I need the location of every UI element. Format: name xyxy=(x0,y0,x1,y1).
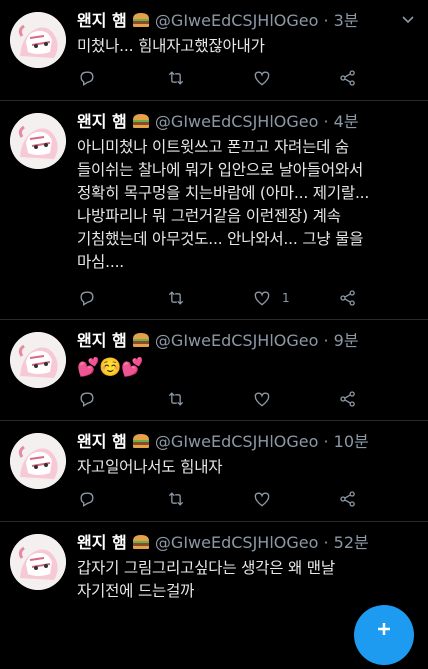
like-button[interactable] xyxy=(252,68,282,88)
tweet-text: 자고일어나서도 힘내자 xyxy=(77,458,223,476)
retweet-button[interactable] xyxy=(165,288,197,308)
user-handle[interactable]: @GIweEdCSJHlOGeo xyxy=(155,432,318,451)
reply-icon xyxy=(80,291,94,306)
hamburger-emoji xyxy=(132,12,150,34)
hamburger-emoji xyxy=(132,534,150,556)
reply-button[interactable] xyxy=(77,389,107,409)
tweet-text: 갑자기 그림그리고싶다는 생각은 왜 맨날 자기전에 드는걸까 xyxy=(77,559,335,600)
tweet-header: 왠지 햄 @GIweEdCSJHlOGeo · 4분 xyxy=(77,111,392,135)
like-icon xyxy=(254,392,270,407)
avatar[interactable] xyxy=(10,534,66,590)
like-button[interactable] xyxy=(252,489,282,509)
user-handle[interactable]: @GIweEdCSJHlOGeo xyxy=(155,331,318,350)
like-button[interactable]: 1 xyxy=(252,288,290,308)
tweet-time[interactable]: · 4분 xyxy=(323,112,358,131)
share-button[interactable] xyxy=(338,489,358,509)
display-name[interactable]: 왠지 햄 xyxy=(77,11,127,30)
tweet-time[interactable]: · 9분 xyxy=(323,331,358,350)
reply-button[interactable] xyxy=(77,288,107,308)
display-name[interactable]: 왠지 햄 xyxy=(77,533,127,552)
tweet-header: 왠지 햄 @GIweEdCSJHlOGeo · 10분 xyxy=(77,431,392,455)
like-icon xyxy=(254,71,270,86)
share-button[interactable] xyxy=(338,68,358,88)
like-icon xyxy=(254,492,270,507)
hamburger-emoji xyxy=(132,332,150,354)
avatar[interactable] xyxy=(10,12,66,68)
tweet-actions xyxy=(77,68,377,88)
tweet-text: 아니미쳤나 이트윗쓰고 폰끄고 자려는데 숨 들이쉬는 찰나에 뭐가 입안으로 … xyxy=(77,138,370,271)
tweet-actions xyxy=(77,389,377,409)
tweet[interactable]: 왠지 햄 @GIweEdCSJHlOGeo · 4분 아니미쳤나 이트윗쓰고 폰… xyxy=(0,101,428,320)
tweet-text: 💕☺️💕 xyxy=(77,357,144,378)
display-name[interactable]: 왠지 햄 xyxy=(77,112,127,131)
reply-button[interactable] xyxy=(77,68,107,88)
hamburger-emoji xyxy=(132,113,150,135)
reply-icon xyxy=(80,71,94,86)
avatar[interactable] xyxy=(10,332,66,388)
tweet-header: 왠지 햄 @GIweEdCSJHlOGeo · 9분 xyxy=(77,330,392,354)
reply-button[interactable] xyxy=(77,489,107,509)
retweet-button[interactable] xyxy=(165,489,197,509)
retweet-button[interactable] xyxy=(165,389,197,409)
like-icon xyxy=(254,291,270,306)
compose-icon xyxy=(378,623,390,635)
avatar[interactable] xyxy=(10,433,66,489)
tweet[interactable]: 왠지 햄 @GIweEdCSJHlOGeo · 9분 💕☺️💕 xyxy=(0,320,428,421)
retweet-icon xyxy=(168,71,184,85)
share-button[interactable] xyxy=(338,288,358,308)
like-count: 1 xyxy=(282,291,290,305)
tweet[interactable]: 왠지 햄 @GIweEdCSJHlOGeo · 3분 미쳤나... 힘내자고했잖… xyxy=(0,0,428,101)
reply-icon xyxy=(80,392,94,407)
tweet-time[interactable]: · 52분 xyxy=(323,533,368,552)
tweet-header: 왠지 햄 @GIweEdCSJHlOGeo · 3분 xyxy=(77,10,392,34)
share-icon xyxy=(340,70,355,86)
like-button[interactable] xyxy=(252,389,282,409)
retweet-icon xyxy=(168,291,184,305)
user-handle[interactable]: @GIweEdCSJHlOGeo xyxy=(155,533,318,552)
tweet-actions: 1 xyxy=(77,288,377,308)
share-button[interactable] xyxy=(338,389,358,409)
display-name[interactable]: 왠지 햄 xyxy=(77,432,127,451)
tweet-text: 미쳤나... 힘내자고했잖아내가 xyxy=(77,37,265,55)
retweet-button[interactable] xyxy=(165,68,197,88)
reply-icon xyxy=(80,492,94,507)
compose-button[interactable] xyxy=(354,605,414,665)
share-icon xyxy=(340,290,355,306)
avatar[interactable] xyxy=(10,113,66,169)
retweet-icon xyxy=(168,392,184,406)
share-icon xyxy=(340,391,355,407)
tweet-time[interactable]: · 3분 xyxy=(323,11,358,30)
user-handle[interactable]: @GIweEdCSJHlOGeo xyxy=(155,11,318,30)
hamburger-emoji xyxy=(132,433,150,455)
display-name[interactable]: 왠지 햄 xyxy=(77,331,127,350)
user-handle[interactable]: @GIweEdCSJHlOGeo xyxy=(155,112,318,131)
tweet[interactable]: 왠지 햄 @GIweEdCSJHlOGeo · 10분 자고일어나서도 힘내자 xyxy=(0,421,428,522)
tweet-actions xyxy=(77,489,377,509)
chevron-down-icon[interactable] xyxy=(402,16,414,24)
tweet-time[interactable]: · 10분 xyxy=(323,432,368,451)
tweet-header: 왠지 햄 @GIweEdCSJHlOGeo · 52분 xyxy=(77,532,392,556)
share-icon xyxy=(340,491,355,507)
retweet-icon xyxy=(168,492,184,506)
